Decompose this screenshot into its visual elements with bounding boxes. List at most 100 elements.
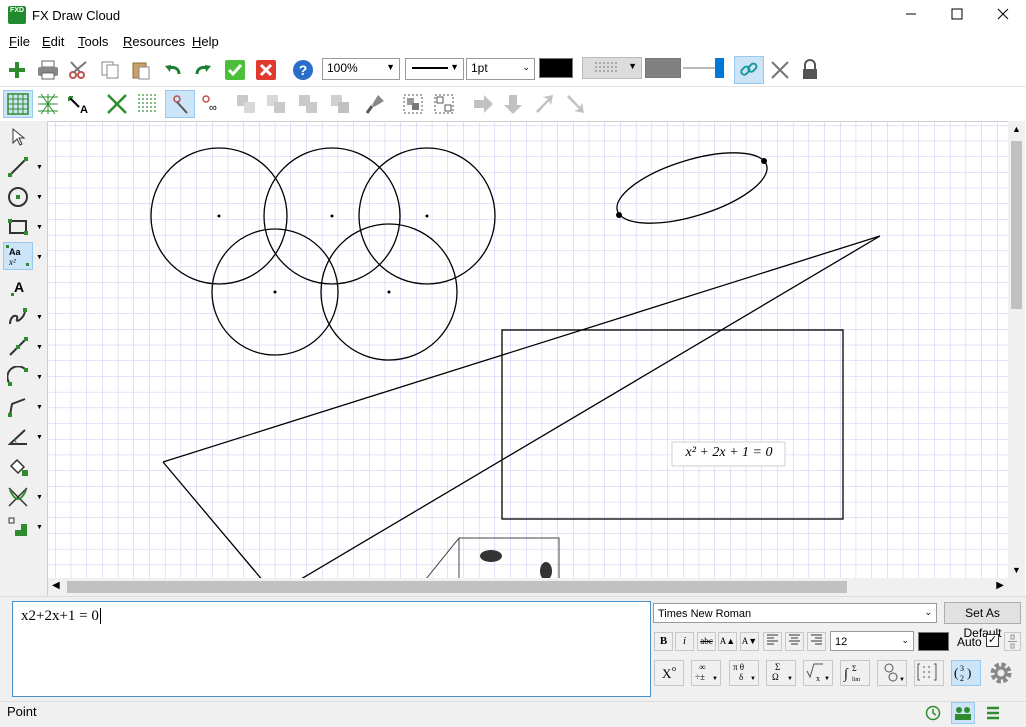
equation-editor[interactable]: x2+2x+1 = 0 [12, 601, 651, 697]
integral-menu-button[interactable]: ∫ Σlim [840, 660, 870, 686]
strikethrough-button[interactable]: abc [697, 632, 716, 651]
menu-resources[interactable]: Resources [123, 34, 185, 49]
bring-to-front-button[interactable] [263, 91, 289, 117]
italic-button[interactable]: i [675, 632, 694, 651]
equation-label[interactable]: x² + 2x + 1 = 0 [674, 445, 784, 461]
vertical-scroll-thumb[interactable] [1011, 141, 1022, 309]
chevron-down-icon[interactable]: ▼ [36, 344, 43, 351]
redo-button[interactable] [190, 57, 216, 83]
chevron-down-icon[interactable]: ▼ [36, 404, 43, 411]
menu-help[interactable]: Help [192, 34, 219, 49]
chevron-down-icon[interactable]: ▼ [36, 374, 43, 381]
help-button[interactable]: ? [290, 57, 316, 83]
align-left-button[interactable] [763, 632, 782, 651]
opacity-slider-thumb[interactable] [715, 58, 724, 78]
increase-font-button[interactable]: A▲ [718, 632, 737, 651]
drawing-surface[interactable] [48, 122, 1008, 578]
chevron-down-icon[interactable]: ▼ [36, 224, 43, 231]
measure-tool[interactable] [3, 513, 33, 541]
move-up-right-button[interactable] [531, 91, 557, 117]
center-point[interactable] [387, 290, 391, 294]
circle-tool[interactable] [3, 183, 33, 211]
fraction-button[interactable] [1004, 632, 1021, 651]
link-button[interactable] [734, 56, 764, 84]
bold-button[interactable]: B [654, 632, 673, 651]
opacity-slider-track[interactable] [683, 67, 719, 69]
rectangle-tool[interactable] [3, 213, 33, 241]
move-right-button[interactable] [470, 91, 496, 117]
accents-menu-button[interactable]: ▼ [877, 660, 907, 686]
chevron-down-icon[interactable]: ▼ [36, 434, 43, 441]
ellipse-point[interactable] [616, 212, 622, 218]
chevron-down-icon[interactable]: ▼ [36, 314, 43, 321]
center-point[interactable] [273, 290, 277, 294]
text-color-swatch[interactable] [918, 632, 949, 651]
new-button[interactable] [4, 57, 30, 83]
vertical-scrollbar[interactable]: ▲ ▼ [1008, 121, 1025, 578]
paste-button[interactable] [128, 57, 154, 83]
drawing-canvas[interactable]: x² + 2x + 1 = 0 [48, 121, 1008, 578]
scroll-up-icon[interactable]: ▲ [1012, 124, 1021, 134]
line-tool[interactable] [3, 153, 33, 181]
set-default-button[interactable]: Set As Default [944, 602, 1021, 640]
copy-button[interactable] [97, 57, 123, 83]
line-color-swatch[interactable] [539, 58, 573, 78]
polyline-tool[interactable] [3, 393, 33, 421]
print-button[interactable] [35, 57, 61, 83]
isometric-grid-button[interactable] [35, 91, 61, 117]
center-point[interactable] [330, 214, 334, 218]
greek-menu-button[interactable]: π θ δ ▼ [729, 660, 759, 686]
font-size-select[interactable]: 12 ⌄ [830, 631, 914, 651]
angle-tool[interactable] [3, 423, 33, 451]
center-point[interactable] [217, 214, 221, 218]
snap-infinite-button[interactable]: ∞ [197, 91, 223, 117]
matrix-menu-button[interactable] [914, 660, 944, 686]
unlink-button[interactable] [767, 57, 793, 83]
horizontal-scroll-thumb[interactable] [67, 581, 847, 593]
select-tool[interactable] [3, 123, 33, 151]
superscript-button[interactable]: Xo [654, 660, 684, 686]
lock-button[interactable] [797, 57, 823, 83]
segment-tool[interactable] [3, 333, 33, 361]
fill-pattern-select[interactable]: ▼ [582, 57, 642, 79]
menu-tools[interactable]: Tools [78, 34, 108, 49]
operators-menu-button[interactable]: ∞ ÷± ▼ [691, 660, 721, 686]
maximize-button[interactable] [934, 0, 980, 31]
dot-grid-button[interactable] [135, 91, 161, 117]
scroll-left-icon[interactable]: ◀ [52, 580, 60, 591]
undo-button[interactable] [160, 57, 186, 83]
chevron-down-icon[interactable]: ▼ [36, 254, 43, 261]
fill-color-swatch[interactable] [645, 58, 681, 78]
menu-file[interactable]: File [9, 34, 30, 49]
send-to-back-button[interactable] [327, 91, 353, 117]
move-down-right-button[interactable] [562, 91, 588, 117]
sum-menu-button[interactable]: Σ Ω ▼ [766, 660, 796, 686]
center-point[interactable] [425, 214, 429, 218]
axis-label-button[interactable]: A [66, 91, 92, 117]
accept-button[interactable] [222, 57, 248, 83]
chevron-down-icon[interactable]: ▼ [36, 194, 43, 201]
grid-toggle-button[interactable] [3, 90, 33, 118]
decrease-font-button[interactable]: A▼ [740, 632, 759, 651]
align-center-button[interactable] [785, 632, 804, 651]
settings-button[interactable] [988, 660, 1016, 686]
move-down-button[interactable] [500, 91, 526, 117]
collaborate-button[interactable] [951, 702, 975, 724]
font-select[interactable]: Times New Roman ⌄ [653, 603, 937, 623]
scroll-right-icon[interactable]: ▶ [996, 580, 1004, 591]
cancel-button[interactable] [253, 57, 279, 83]
format-painter-button[interactable] [362, 91, 388, 117]
auto-checkbox[interactable]: ✓ [986, 634, 999, 647]
graph-tool[interactable] [3, 483, 33, 511]
ungroup-button[interactable] [431, 91, 457, 117]
equation-text-tool[interactable]: Aa x² [3, 242, 33, 270]
axes-button[interactable] [104, 91, 130, 117]
brackets-menu-button[interactable]: (3 2) [951, 660, 981, 686]
cut-button[interactable] [66, 57, 92, 83]
close-button[interactable] [980, 0, 1026, 31]
zoom-select[interactable]: 100% ▼ [322, 58, 400, 80]
send-backward-button[interactable] [295, 91, 321, 117]
line-style-select[interactable]: ▼ [405, 58, 464, 80]
radical-menu-button[interactable]: x ▼ [803, 660, 833, 686]
snap-button[interactable] [165, 90, 195, 118]
